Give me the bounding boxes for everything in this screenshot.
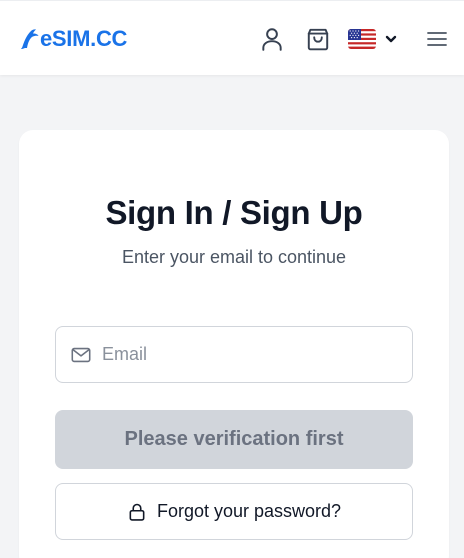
- verify-button[interactable]: Please verification first: [55, 410, 413, 469]
- logo[interactable]: eSIM.CC: [19, 26, 127, 52]
- mail-icon: [71, 347, 91, 362]
- email-input[interactable]: [102, 344, 402, 365]
- logo-text: eSIM.CC: [40, 26, 128, 51]
- auth-card: Sign In / Sign Up Enter your email to co…: [19, 130, 449, 558]
- top-navbar: eSIM.CC: [0, 0, 464, 75]
- shopping-bag-icon: [307, 28, 329, 51]
- us-flag-icon: [348, 29, 376, 49]
- user-icon: [262, 28, 282, 51]
- lock-icon: [129, 503, 145, 521]
- page-subtitle: Enter your email to continue: [121, 247, 347, 267]
- forgot-password-label: Forgot your password?: [156, 501, 342, 521]
- hamburger-menu-button[interactable]: [423, 25, 451, 53]
- dolphin-logo-icon: [21, 29, 39, 49]
- email-field[interactable]: [55, 326, 413, 383]
- account-button[interactable]: [258, 25, 286, 53]
- language-selector[interactable]: [348, 25, 404, 53]
- page-title: Sign In / Sign Up: [105, 194, 363, 231]
- forgot-password-button[interactable]: Forgot your password?: [55, 483, 413, 540]
- hamburger-menu-icon: [427, 32, 447, 46]
- cart-button[interactable]: [304, 25, 332, 53]
- chevron-down-icon: [385, 35, 397, 43]
